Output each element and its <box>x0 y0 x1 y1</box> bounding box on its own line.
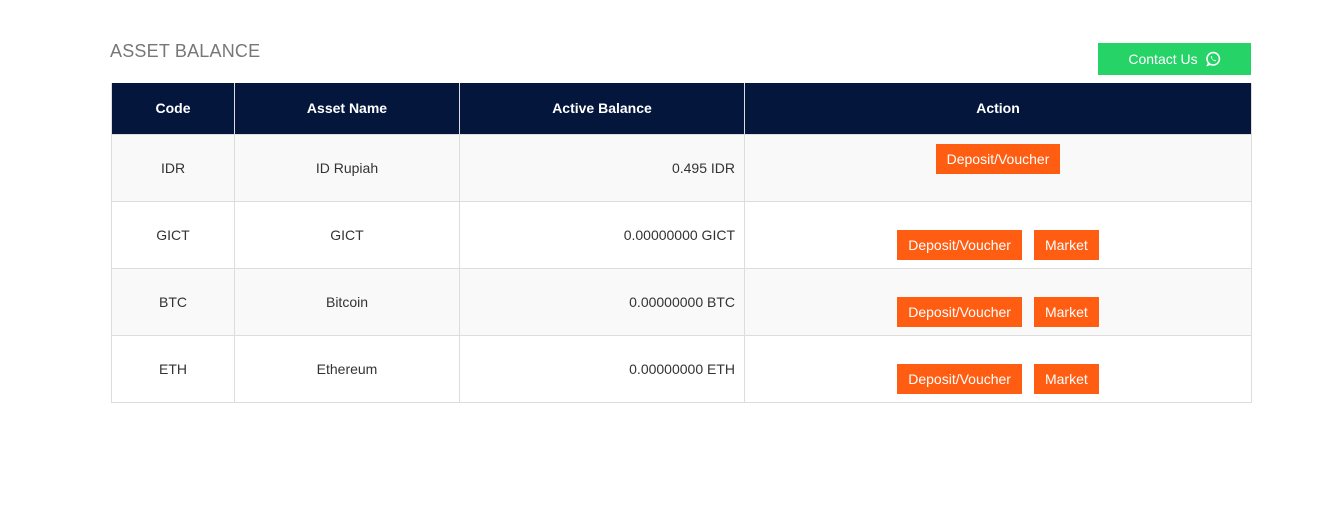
market-button[interactable]: Market <box>1033 229 1099 260</box>
asset-balance-page: ASSET BALANCE Contact Us Code Asset Name… <box>0 0 1336 511</box>
action-group: Deposit/Voucher <box>745 143 1251 174</box>
action-group: Deposit/Voucher Market <box>745 229 1251 260</box>
cell-actions: Deposit/Voucher Market <box>744 267 1252 336</box>
cell-code: BTC <box>111 267 235 336</box>
table-row: BTC Bitcoin 0.00000000 BTC Deposit/Vouch… <box>111 267 1252 336</box>
header-active-balance: Active Balance <box>459 83 745 135</box>
market-button[interactable]: Market <box>1033 296 1099 327</box>
balance-value: 0.495 IDR <box>671 159 735 176</box>
header-code: Code <box>111 83 235 135</box>
cell-balance: 0.00000000 ETH <box>459 334 745 403</box>
cell-code: ETH <box>111 334 235 403</box>
deposit-voucher-button[interactable]: Deposit/Voucher <box>897 296 1022 327</box>
deposit-voucher-button[interactable]: Deposit/Voucher <box>935 143 1061 174</box>
cell-asset-name: Bitcoin <box>234 267 460 336</box>
market-button[interactable]: Market <box>1033 363 1099 394</box>
action-group: Deposit/Voucher Market <box>745 363 1251 394</box>
cell-code: IDR <box>111 133 235 202</box>
cell-asset-name: Ethereum <box>234 334 460 403</box>
header-asset-name: Asset Name <box>234 83 460 135</box>
cell-actions: Deposit/Voucher <box>744 133 1252 202</box>
header-action: Action <box>744 83 1252 135</box>
action-group: Deposit/Voucher Market <box>745 296 1251 327</box>
table-row: GICT GICT 0.00000000 GICT Deposit/Vouche… <box>111 200 1252 269</box>
deposit-voucher-button[interactable]: Deposit/Voucher <box>897 363 1022 394</box>
cell-asset-name: GICT <box>234 200 460 269</box>
deposit-voucher-button[interactable]: Deposit/Voucher <box>897 229 1022 260</box>
cell-balance: 0.495 IDR <box>459 133 745 202</box>
cell-balance: 0.00000000 GICT <box>459 200 745 269</box>
table-row: IDR ID Rupiah 0.495 IDR Deposit/Voucher <box>111 133 1252 202</box>
table-row: ETH Ethereum 0.00000000 ETH Deposit/Vouc… <box>111 334 1252 403</box>
contact-us-label: Contact Us <box>1128 51 1198 67</box>
cell-asset-name: ID Rupiah <box>234 133 460 202</box>
cell-code: GICT <box>111 200 235 269</box>
cell-actions: Deposit/Voucher Market <box>744 334 1252 403</box>
balance-value: 0.00000000 GICT <box>623 226 735 243</box>
asset-balance-table: Code Asset Name Active Balance Action ID… <box>111 83 1252 403</box>
page-title: ASSET BALANCE <box>110 41 261 61</box>
contact-us-button[interactable]: Contact Us <box>1098 43 1251 75</box>
whatsapp-icon <box>1205 51 1221 67</box>
cell-balance: 0.00000000 BTC <box>459 267 745 336</box>
cell-actions: Deposit/Voucher Market <box>744 200 1252 269</box>
table-header-row: Code Asset Name Active Balance Action <box>111 83 1252 135</box>
balance-value: 0.00000000 ETH <box>629 360 735 377</box>
balance-value: 0.00000000 BTC <box>629 293 735 310</box>
